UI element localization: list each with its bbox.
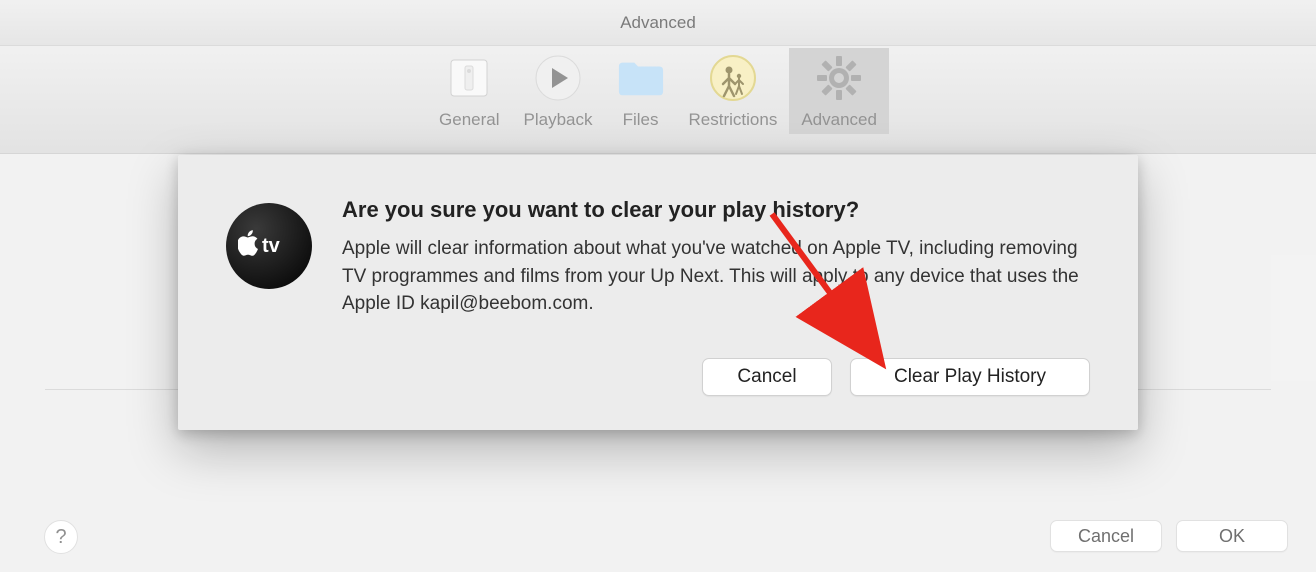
dialog-cancel-button[interactable]: Cancel [702,358,832,396]
confirm-dialog: tv Are you sure you want to clear your p… [178,155,1138,430]
svg-text:tv: tv [262,235,281,257]
apple-tv-app-icon: tv [226,203,312,289]
dialog-confirm-button[interactable]: Clear Play History [850,358,1090,396]
dialog-message: Apple will clear information about what … [342,235,1090,318]
dialog-title: Are you sure you want to clear your play… [342,197,1090,223]
